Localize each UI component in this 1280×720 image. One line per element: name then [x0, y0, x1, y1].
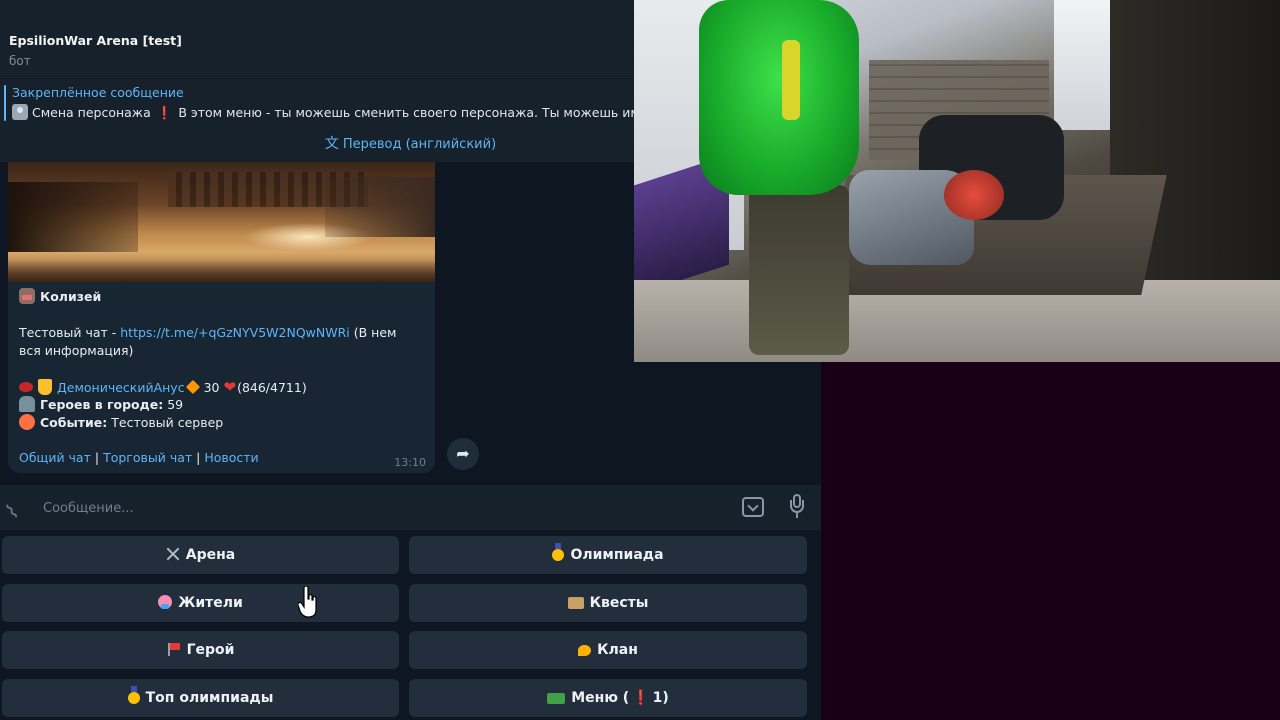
cam-window [1054, 0, 1114, 130]
button-label: Жители [178, 595, 243, 611]
translate-icon: 文 [324, 136, 339, 152]
pinned-title: Закреплённое сообщение [12, 85, 184, 100]
quests-button[interactable]: Квесты [409, 584, 807, 622]
footer-links: Общий чат | Торговый чат | Новости [19, 449, 259, 467]
cam-red-object [944, 170, 1004, 220]
hero-button[interactable]: Герой [2, 631, 399, 669]
heroes-label: Героев в городе: [40, 397, 164, 412]
translate-label: Перевод (английский) [342, 137, 497, 152]
microphone-icon[interactable] [790, 494, 804, 520]
heading-text: Колизей [40, 289, 102, 304]
button-label: Топ олимпиады [145, 690, 274, 706]
people-icon [19, 396, 35, 412]
player-name-link[interactable]: ДемоническийАнус [57, 380, 185, 395]
heroes-line: Героев в городе: 59 [19, 396, 183, 414]
message-bubble: Колизей Тестовый чат - https://t.me/+qGz… [8, 162, 435, 473]
colosseum-photo[interactable] [8, 162, 435, 282]
button-label: Квесты [589, 595, 649, 611]
hand-cursor-icon [298, 586, 317, 618]
medal-icon [127, 686, 140, 704]
message-time: 13:10 [394, 456, 426, 469]
webcam-overlay [634, 0, 1280, 362]
pinned-body: В этом меню - ты можешь сменить своего п… [178, 105, 663, 120]
crown-icon [38, 379, 52, 395]
residents-button[interactable]: Жители [2, 584, 399, 622]
lips-icon [19, 382, 33, 392]
horn-icon [578, 645, 592, 656]
player-line: ДемоническийАнус 30 ❤(846/4711) [19, 378, 307, 397]
cam-green-jacket [699, 0, 859, 195]
event-icon [19, 414, 35, 430]
cam-person-legs [749, 185, 849, 355]
button-label: Арена [185, 547, 236, 563]
mic-stem [796, 513, 798, 518]
chat-subtitle: бот [9, 54, 31, 68]
chat-title: EpsilionWar Arena [test] [9, 33, 182, 48]
player-level: 30 [203, 380, 220, 395]
test-chat-link[interactable]: https://t.me/+qGzNYV5W2NQwNWRi [120, 325, 350, 340]
exclamation-icon: ❗ [156, 105, 173, 120]
bot-keyboard-toggle-icon[interactable] [742, 497, 764, 517]
mic-arc [790, 500, 804, 513]
flag-icon [167, 642, 181, 656]
olympiad-button[interactable]: Олимпиада [409, 536, 807, 574]
money-icon [547, 693, 566, 704]
general-chat-link[interactable]: Общий чат [19, 450, 91, 465]
test-chat-label: Тестовый чат - [19, 325, 121, 340]
screen: EpsilionWar Arena [test] бот Закреплённо… [0, 0, 1280, 720]
top-olympiad-button[interactable]: Топ олимпиады [2, 679, 399, 717]
heart-icon: ❤ [223, 378, 237, 396]
bot-keyboard: Арена Олимпиада Жители Квесты Герой Клан… [0, 530, 821, 720]
share-icon: ➦ [456, 444, 470, 463]
separator: | [196, 450, 201, 465]
menu-badge: 1) [652, 690, 669, 706]
crossed-swords-icon [166, 547, 180, 561]
event-label: Событие: [40, 415, 108, 430]
photo-shadow [8, 260, 435, 282]
pinned-text: Смена персонажа ❗ В этом меню - ты можешь … [12, 104, 662, 121]
exclamation-icon: ❗ [632, 690, 650, 706]
stadium-icon [19, 288, 35, 304]
menu-button[interactable]: Меню (❗ 1) [409, 679, 807, 717]
attach-icon[interactable]: ⌇ [1, 493, 33, 524]
share-button[interactable]: ➦ [447, 438, 479, 470]
cam-yellow-shirt [782, 40, 800, 120]
scroll-icon [567, 597, 584, 609]
pinned-prefix: Смена персонажа [32, 105, 151, 120]
message-heading: Колизей [19, 288, 101, 306]
heroes-count: 59 [167, 397, 184, 412]
separator: | [94, 450, 100, 465]
button-label: Клан [597, 642, 638, 658]
arena-button[interactable]: Арена [2, 536, 399, 574]
photo-crowd-right [325, 177, 435, 237]
button-label: Меню ( [571, 690, 630, 706]
news-link[interactable]: Новости [204, 450, 258, 465]
people-icon [158, 595, 173, 609]
photo-crowd-left [8, 182, 138, 252]
medal-icon [552, 543, 565, 561]
clan-button[interactable]: Клан [409, 631, 807, 669]
button-label: Герой [186, 642, 235, 658]
character-icon [12, 104, 28, 120]
diamond-icon [185, 379, 200, 395]
event-line: Событие: Тестовый сервер [19, 414, 223, 432]
button-label: Олимпиада [570, 547, 664, 563]
trade-chat-link[interactable]: Торговый чат [103, 450, 192, 465]
event-value: Тестовый сервер [111, 415, 224, 430]
pinned-bar [4, 85, 6, 121]
player-hp: (846/4711) [237, 380, 307, 395]
message-input[interactable] [43, 497, 643, 519]
test-chat-line: Тестовый чат - https://t.me/+qGzNYV5W2NQ… [19, 324, 419, 360]
composer: ⌇ [0, 485, 821, 530]
